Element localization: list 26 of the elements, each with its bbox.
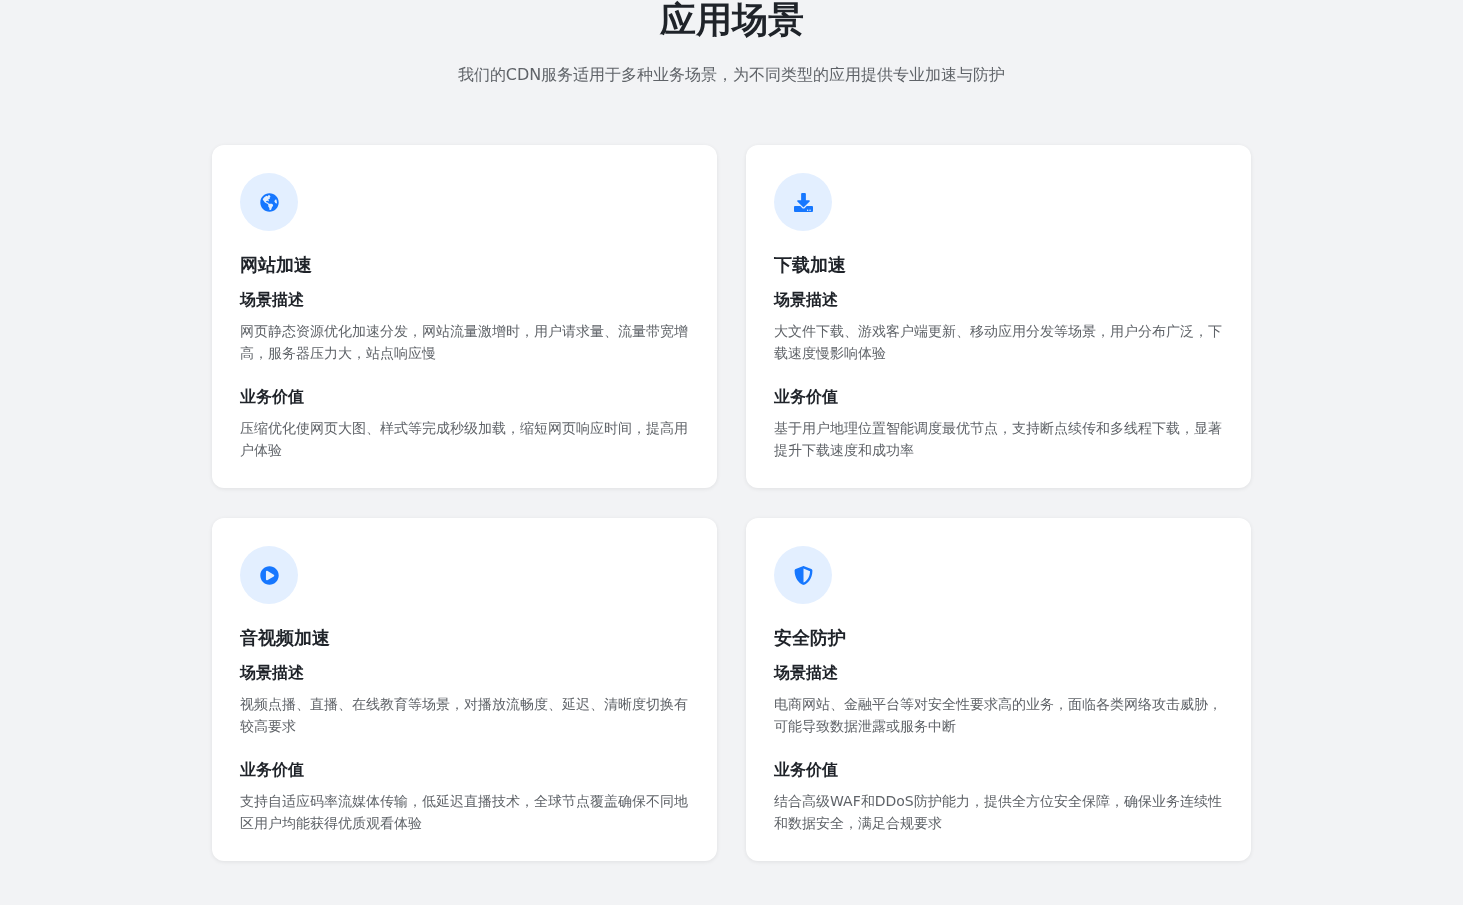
play-icon <box>259 565 279 585</box>
section-text: 电商网站、金融平台等对安全性要求高的业务，面临各类网络攻击威胁，可能导致数据泄露或服务中断 <box>774 695 1223 736</box>
section-heading: 业务价值 <box>774 386 839 408</box>
section-heading: 场景描述 <box>774 662 839 684</box>
shield-icon <box>793 565 813 585</box>
section-heading: 业务价值 <box>240 759 305 781</box>
card-title: 下载加速 <box>774 253 847 277</box>
section-heading: 场景描述 <box>240 289 305 311</box>
section-text: 压缩优化使网页大图、样式等完成秒级加载，缩短网页响应时间，提高用户体验 <box>240 419 689 460</box>
section-text: 大文件下载、游戏客户端更新、移动应用分发等场景，用户分布广泛，下载速度慢影响体验 <box>774 322 1223 363</box>
card-title: 音视频加速 <box>240 626 331 650</box>
section-text: 支持自适应码率流媒体传输，低延迟直播技术，全球节点覆盖确保不同地区用户均能获得优质观看体验 <box>240 792 689 833</box>
section-text: 结合高级WAF和DDoS防护能力，提供全方位安全保障，确保业务连续性和数据安全，满足合规要求 <box>774 792 1223 833</box>
globe-icon <box>259 192 279 212</box>
section-text: 基于用户地理位置智能调度最优节点，支持断点续传和多线程下载，显著提升下载速度和成功率 <box>774 419 1223 460</box>
section-heading: 场景描述 <box>774 289 839 311</box>
section-heading: 业务价值 <box>774 759 839 781</box>
card-title: 网站加速 <box>240 253 313 277</box>
section-heading: 场景描述 <box>240 662 305 684</box>
download-icon <box>793 192 813 212</box>
page-title: 应用场景 <box>659 0 804 40</box>
section-text: 网页静态资源优化加速分发，网站流量激增时，用户请求量、流量带宽增高，服务器压力大，站点响应慢 <box>240 322 689 363</box>
page-subtitle: 我们的CDN服务适用于多种业务场景，为不同类型的应用提供专业加速与防护 <box>457 64 1006 86</box>
section-heading: 业务价值 <box>240 386 305 408</box>
card-title: 安全防护 <box>774 626 847 650</box>
section-text: 视频点播、直播、在线教育等场景，对播放流畅度、延迟、清晰度切换有较高要求 <box>240 695 689 736</box>
